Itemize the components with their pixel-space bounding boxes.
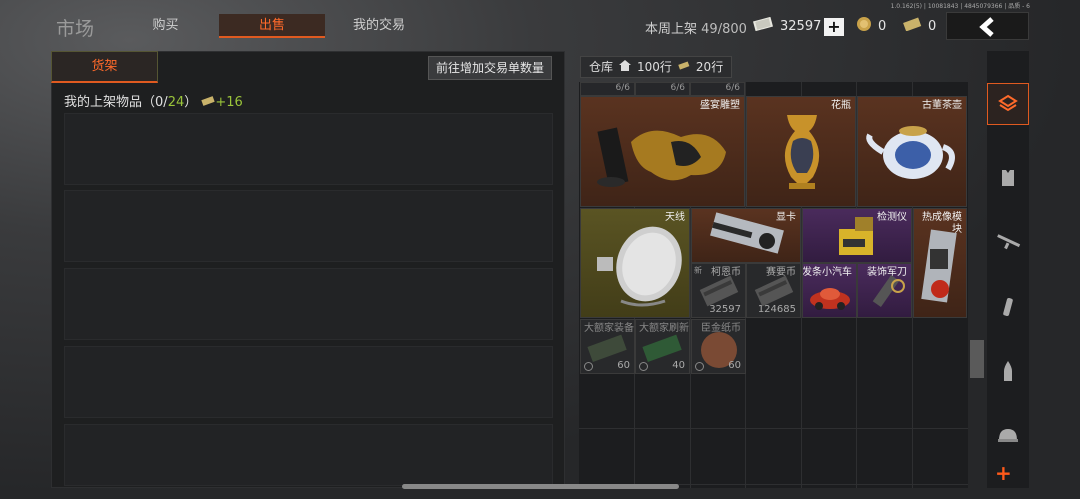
item-large-equipment[interactable]: 大额家装备 60 (580, 319, 635, 374)
sculpture-icon (597, 127, 726, 187)
warehouse-rows2: 20行 (695, 60, 724, 74)
version-text: 1.0.162(5) | 10081843 | 4845079366 | 品质 … (890, 3, 1030, 10)
shelf-slot[interactable] (64, 346, 553, 418)
item-name: 臣金纸币 (701, 323, 741, 334)
cash-value: 32597 (780, 18, 822, 34)
sidebar-magazine[interactable] (987, 286, 1029, 328)
item-name: 赛要币 (766, 267, 796, 278)
item-name: 盛宴雕塑 (700, 100, 740, 111)
shelf-slot[interactable] (64, 424, 553, 486)
tab-shelf[interactable]: 货架 (51, 51, 158, 83)
item-feast-sculpture[interactable]: 盛宴雕塑 (580, 96, 745, 207)
item-name: 发条小汽车 (802, 267, 852, 278)
item-count: 60 (728, 360, 741, 371)
magazine-icon (1003, 297, 1013, 317)
add-cash-button[interactable]: + (824, 18, 844, 36)
helmet-icon (998, 429, 1018, 442)
item-antenna[interactable]: 天线 (580, 208, 690, 318)
warehouse-label: 仓库 (589, 60, 614, 74)
item-count: 60 (617, 360, 630, 371)
timer-icon (584, 362, 593, 371)
sidebar-weapon[interactable] (987, 221, 1029, 263)
increase-orders-button[interactable]: 前往增加交易单数量 (428, 56, 552, 80)
warehouse-header: 仓库 100行 20行 (580, 56, 733, 78)
item-antique-teapot[interactable]: 古董茶壶 (857, 96, 967, 207)
item-name: 装饰军刀 (867, 267, 907, 278)
item-gold-banknote[interactable]: 臣金纸币 60 (691, 319, 746, 374)
bullet-icon (1004, 361, 1012, 381)
item-koen-coin[interactable]: 新 柯恩币 32597 (691, 263, 746, 318)
page-title: 市场 (56, 18, 95, 40)
sidebar-helmet[interactable] (987, 414, 1029, 456)
shelf-slot[interactable] (64, 113, 553, 185)
coin-icon (856, 16, 872, 36)
listed-items-summary: 我的上架物品（0/24） +16 (64, 91, 243, 110)
shelf-slot[interactable] (64, 190, 553, 262)
item-name: 天线 (665, 212, 685, 223)
weekly-label: 本周上架 (645, 22, 698, 37)
shelf-slot[interactable] (64, 268, 553, 340)
item-detector[interactable]: 检测仪 (802, 208, 912, 263)
vase-icon (784, 115, 820, 189)
item-count: 32597 (709, 304, 741, 315)
sidebar-warehouse[interactable] (987, 83, 1029, 125)
tab-sell[interactable]: 出售 (219, 14, 325, 38)
item-name: 大额家装备 (584, 323, 634, 334)
new-badge: 新 (694, 266, 702, 275)
house-icon (619, 57, 632, 77)
strip-count: 6/6 (635, 82, 690, 96)
timer-icon (695, 362, 704, 371)
sidebar-armor[interactable] (987, 157, 1029, 199)
armor-vest-icon (1002, 170, 1014, 186)
cash-icon (752, 16, 774, 35)
ticket-icon (902, 17, 922, 35)
warehouse-icon (998, 94, 1018, 112)
back-button[interactable] (946, 12, 1029, 40)
listed-bonus: +16 (215, 95, 243, 110)
item-name: 古董茶壶 (922, 100, 962, 111)
ticket-small-icon (201, 95, 216, 110)
teapot-icon (866, 126, 955, 179)
item-count: 124685 (757, 304, 796, 315)
coin-display: 0 (856, 16, 886, 36)
item-name: 花瓶 (831, 100, 851, 111)
item-name: 柯恩币 (711, 267, 741, 278)
item-graphics-card[interactable]: 显卡 (691, 208, 801, 263)
item-saiyao-coin[interactable]: 赛要币 124685 (746, 263, 801, 318)
warehouse-scrollbar[interactable] (970, 340, 984, 378)
item-windup-car[interactable]: 发条小汽车 (802, 263, 857, 318)
warehouse-rows1: 100行 (637, 60, 672, 74)
item-name: 检测仪 (877, 212, 907, 223)
item-name: 显卡 (776, 212, 796, 223)
listed-max: 24 (167, 95, 185, 110)
item-name: 热成像模块 (922, 212, 962, 235)
ticket-small-icon (678, 57, 690, 77)
listed-suffix: ） (184, 95, 198, 110)
item-name: 大额家刷新 (639, 323, 689, 334)
home-indicator[interactable] (402, 484, 679, 489)
antenna-icon (597, 226, 682, 307)
weekly-listing: 本周上架 49/800 (645, 18, 747, 37)
listed-prefix: 我的上架物品（ (64, 95, 156, 110)
strip-count: 6/6 (580, 82, 635, 96)
item-count: 40 (672, 360, 685, 371)
ticket-value: 0 (928, 18, 937, 34)
tab-my-trades[interactable]: 我的交易 (340, 14, 418, 38)
coin-value: 0 (878, 18, 887, 34)
item-decorative-saber[interactable]: 装饰军刀 (857, 263, 912, 318)
cash-display: 32597 (752, 16, 821, 36)
ticket-display: 0 (902, 16, 936, 36)
rifle-icon (997, 234, 1021, 250)
add-category-button[interactable]: + (995, 461, 1012, 485)
item-thermal-module[interactable]: 热成像模块 (913, 208, 967, 318)
timer-icon (639, 362, 648, 371)
tab-buy[interactable]: 购买 (128, 14, 203, 38)
weekly-value: 49/800 (701, 22, 747, 37)
back-arrow-icon (978, 17, 994, 37)
item-vase[interactable]: 花瓶 (746, 96, 856, 207)
item-large-refresh[interactable]: 大额家刷新 40 (635, 319, 690, 374)
strip-count: 6/6 (690, 82, 745, 96)
sidebar-ammo[interactable] (987, 350, 1029, 392)
